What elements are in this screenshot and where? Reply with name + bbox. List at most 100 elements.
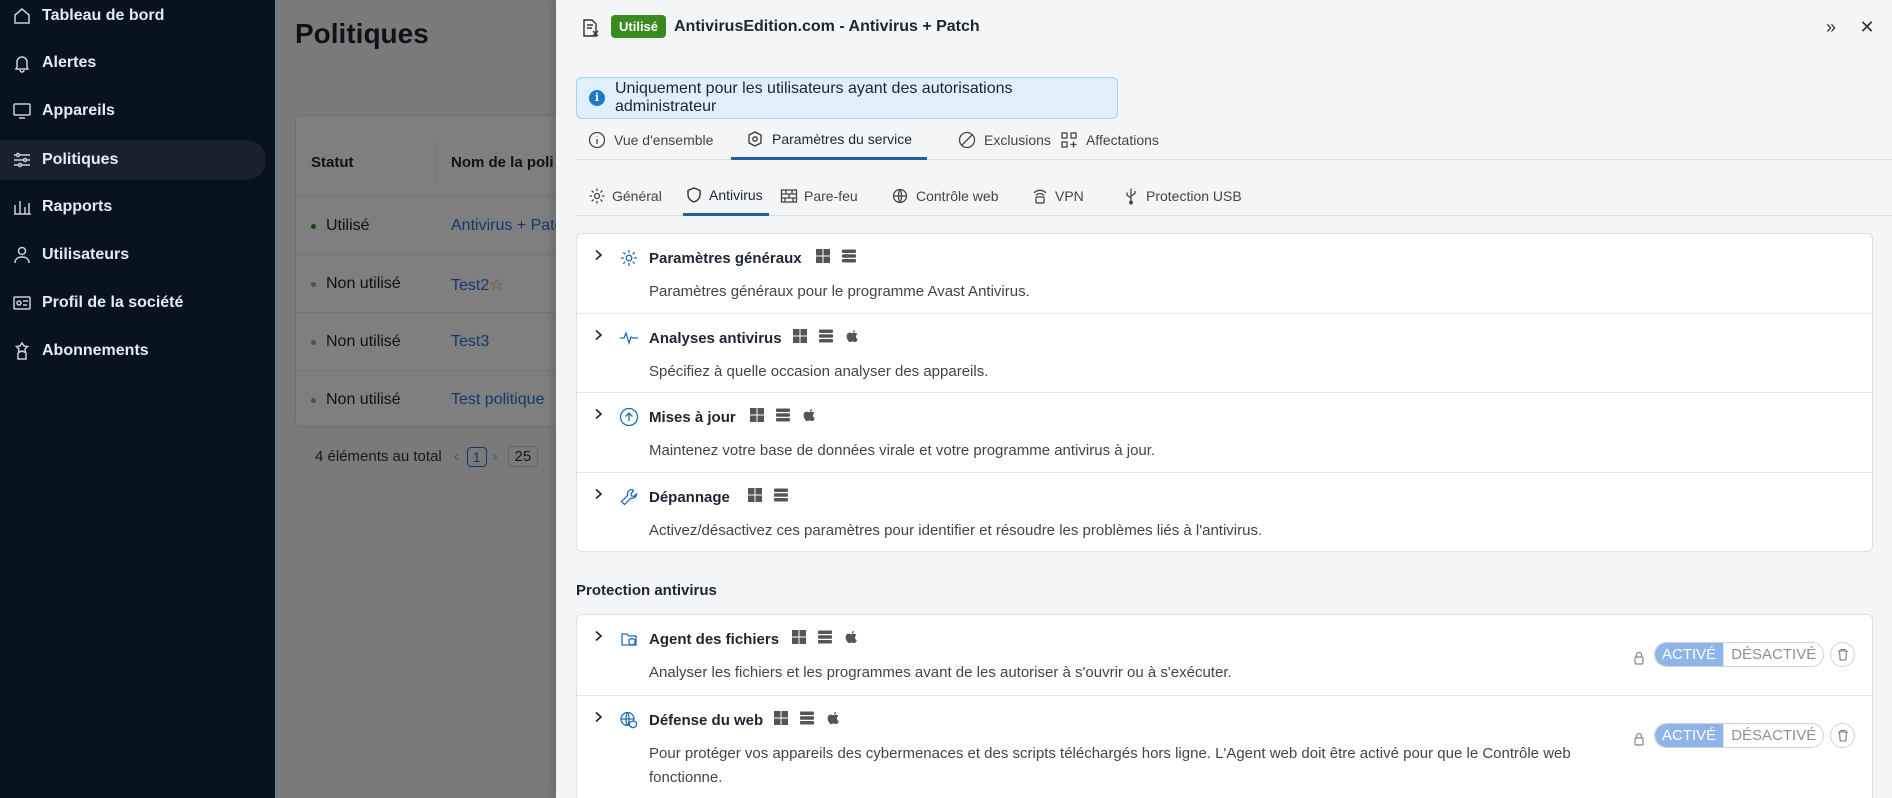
page-size-select[interactable]: 25: [507, 446, 538, 467]
tab-label: Paramètres du service: [772, 130, 913, 147]
windows-icon: [793, 329, 807, 343]
apple-icon: [803, 409, 815, 422]
chevron-right-icon[interactable]: [591, 407, 605, 421]
status-dot: [311, 281, 316, 287]
policy-name-link[interactable]: Test2☆: [451, 275, 504, 295]
apple-icon: [845, 631, 857, 644]
tab-service-settings[interactable]: Paramètres du service: [731, 120, 928, 160]
row-description: Analyser les fichiers et les programmes …: [649, 664, 1232, 681]
protection-row-web-defense[interactable]: Défense du web Pour protéger vos apparei…: [577, 695, 1872, 798]
subtab-label: VPN: [1055, 188, 1084, 204]
column-header-status[interactable]: Statut: [311, 154, 354, 171]
sidebar-item-label: Rapports: [42, 198, 113, 215]
expand-icon[interactable]: »: [1820, 16, 1842, 38]
state-toggle[interactable]: ACTIVÉ DÉSACTIVÉ: [1654, 723, 1825, 748]
section-title: Protection antivirus: [576, 582, 717, 599]
info-icon: i: [589, 90, 605, 106]
sidebar-item-subscriptions[interactable]: Abonnements: [0, 331, 266, 371]
prev-page-icon[interactable]: ‹: [454, 448, 459, 465]
page-number-button[interactable]: 1: [466, 446, 487, 467]
drawer-title: AntivirusEdition.com - Antivirus + Patch: [674, 18, 980, 35]
policy-name-link[interactable]: Antivirus + Pate: [451, 217, 564, 235]
policy-name: Test2: [451, 277, 490, 294]
row-description: Maintenez votre base de données virale e…: [649, 442, 1156, 459]
info-banner-text: Uniquement pour les utilisateurs ayant d…: [614, 80, 1013, 115]
settings-row-troubleshooting[interactable]: Dépannage Activez/désactivez ces paramèt…: [577, 472, 1872, 552]
tab-label: Vue d'ensemble: [614, 132, 714, 148]
delete-button[interactable]: [1830, 723, 1855, 748]
tab-assignments[interactable]: Affectations: [1060, 120, 1159, 160]
subtab-vpn[interactable]: VPN: [1031, 176, 1084, 216]
sidebar-item-devices[interactable]: Appareils: [0, 91, 266, 131]
chevron-right-icon[interactable]: [591, 710, 605, 724]
subtab-label: Contrôle web: [916, 188, 999, 204]
firewall-icon: [780, 189, 798, 203]
grid-add-icon: [1061, 132, 1077, 148]
policy-name-link[interactable]: Test politique: [451, 391, 544, 409]
lock-icon[interactable]: [1633, 732, 1645, 746]
status-cell: Non utilisé: [311, 333, 401, 351]
subtab-antivirus[interactable]: Antivirus: [683, 176, 769, 216]
sidebar-item-company-profile[interactable]: Profil de la société: [0, 283, 266, 323]
chevron-right-icon[interactable]: [591, 248, 605, 262]
antivirus-settings-card: Paramètres généraux Paramètres généraux …: [576, 233, 1873, 552]
state-toggle[interactable]: ACTIVÉ DÉSACTIVÉ: [1654, 642, 1825, 667]
sidebar-item-users[interactable]: Utilisateurs: [0, 235, 266, 275]
policy-name-link[interactable]: Test3: [451, 333, 489, 351]
chevron-right-icon[interactable]: [591, 629, 605, 643]
sliders-icon: [14, 152, 30, 168]
file-shield-icon: [621, 633, 637, 646]
protection-card: Agent des fichiers Analyser les fichiers…: [576, 614, 1873, 798]
page-title: Politiques: [295, 18, 429, 49]
column-header-name[interactable]: Nom de la poli: [451, 154, 554, 171]
chevron-right-icon[interactable]: [591, 328, 605, 342]
settings-box-icon: [748, 130, 762, 147]
sidebar-item-label: Appareils: [42, 102, 115, 119]
subtab-label: Pare-feu: [804, 188, 858, 204]
delete-button[interactable]: [1830, 642, 1855, 667]
gear-icon: [621, 250, 637, 266]
toggle-off-option[interactable]: DÉSACTIVÉ: [1723, 643, 1824, 666]
bell-icon: [14, 56, 30, 73]
sidebar-item-alerts[interactable]: Alertes: [0, 43, 266, 83]
toggle-off-option[interactable]: DÉSACTIVÉ: [1723, 724, 1824, 747]
sidebar-item-policies[interactable]: Politiques: [0, 140, 266, 180]
toggle-on-option[interactable]: ACTIVÉ: [1655, 724, 1724, 747]
subtab-web-control[interactable]: Contrôle web: [892, 176, 999, 216]
ban-icon: [958, 131, 976, 149]
sidebar-item-label: Abonnements: [42, 342, 149, 359]
pagination: 4 éléments au total ‹ 1 › 25: [315, 446, 538, 467]
subtab-usb-protection[interactable]: Protection USB: [1122, 176, 1242, 216]
protection-row-file-agent[interactable]: Agent des fichiers Analyser les fichiers…: [577, 615, 1872, 695]
drawer-header: Utilisé AntivirusEdition.com - Antivirus…: [556, 0, 1892, 56]
server-icon: [818, 630, 832, 644]
pulse-icon: [620, 331, 638, 346]
user-icon: [14, 246, 30, 264]
row-title: Analyses antivirus: [649, 330, 782, 347]
settings-row-updates[interactable]: Mises à jour Maintenez votre base de don…: [577, 392, 1872, 472]
close-icon[interactable]: ✕: [1856, 16, 1878, 38]
tab-exclusions[interactable]: Exclusions: [958, 120, 1051, 160]
row-description: Spécifiez à quelle occasion analyser des…: [649, 363, 989, 380]
lock-icon[interactable]: [1633, 651, 1645, 665]
toggle-on-option[interactable]: ACTIVÉ: [1655, 643, 1724, 666]
arrow-up-circle-icon: [619, 407, 639, 427]
server-icon: [819, 329, 833, 343]
subtab-general[interactable]: Général: [588, 176, 662, 216]
status-cell: Non utilisé: [311, 275, 401, 293]
home-icon: [14, 8, 30, 24]
service-subtabs: Général Antivirus Pare-feu Contrôle web …: [576, 176, 1892, 216]
status-dot: [311, 339, 316, 345]
chevron-right-icon[interactable]: [591, 487, 605, 501]
tab-overview[interactable]: Vue d'ensemble: [588, 120, 713, 160]
server-icon: [842, 249, 856, 263]
sidebar-item-dashboard[interactable]: Tableau de bord: [0, 0, 266, 36]
next-page-icon[interactable]: ›: [493, 448, 498, 465]
server-icon: [776, 408, 790, 422]
sidebar-item-reports[interactable]: Rapports: [0, 187, 266, 227]
shield-icon: [687, 186, 701, 203]
settings-row-general[interactable]: Paramètres généraux Paramètres généraux …: [577, 234, 1872, 313]
server-icon: [774, 488, 788, 502]
subtab-firewall[interactable]: Pare-feu: [780, 176, 858, 216]
settings-row-scans[interactable]: Analyses antivirus Spécifiez à quelle oc…: [577, 313, 1872, 392]
